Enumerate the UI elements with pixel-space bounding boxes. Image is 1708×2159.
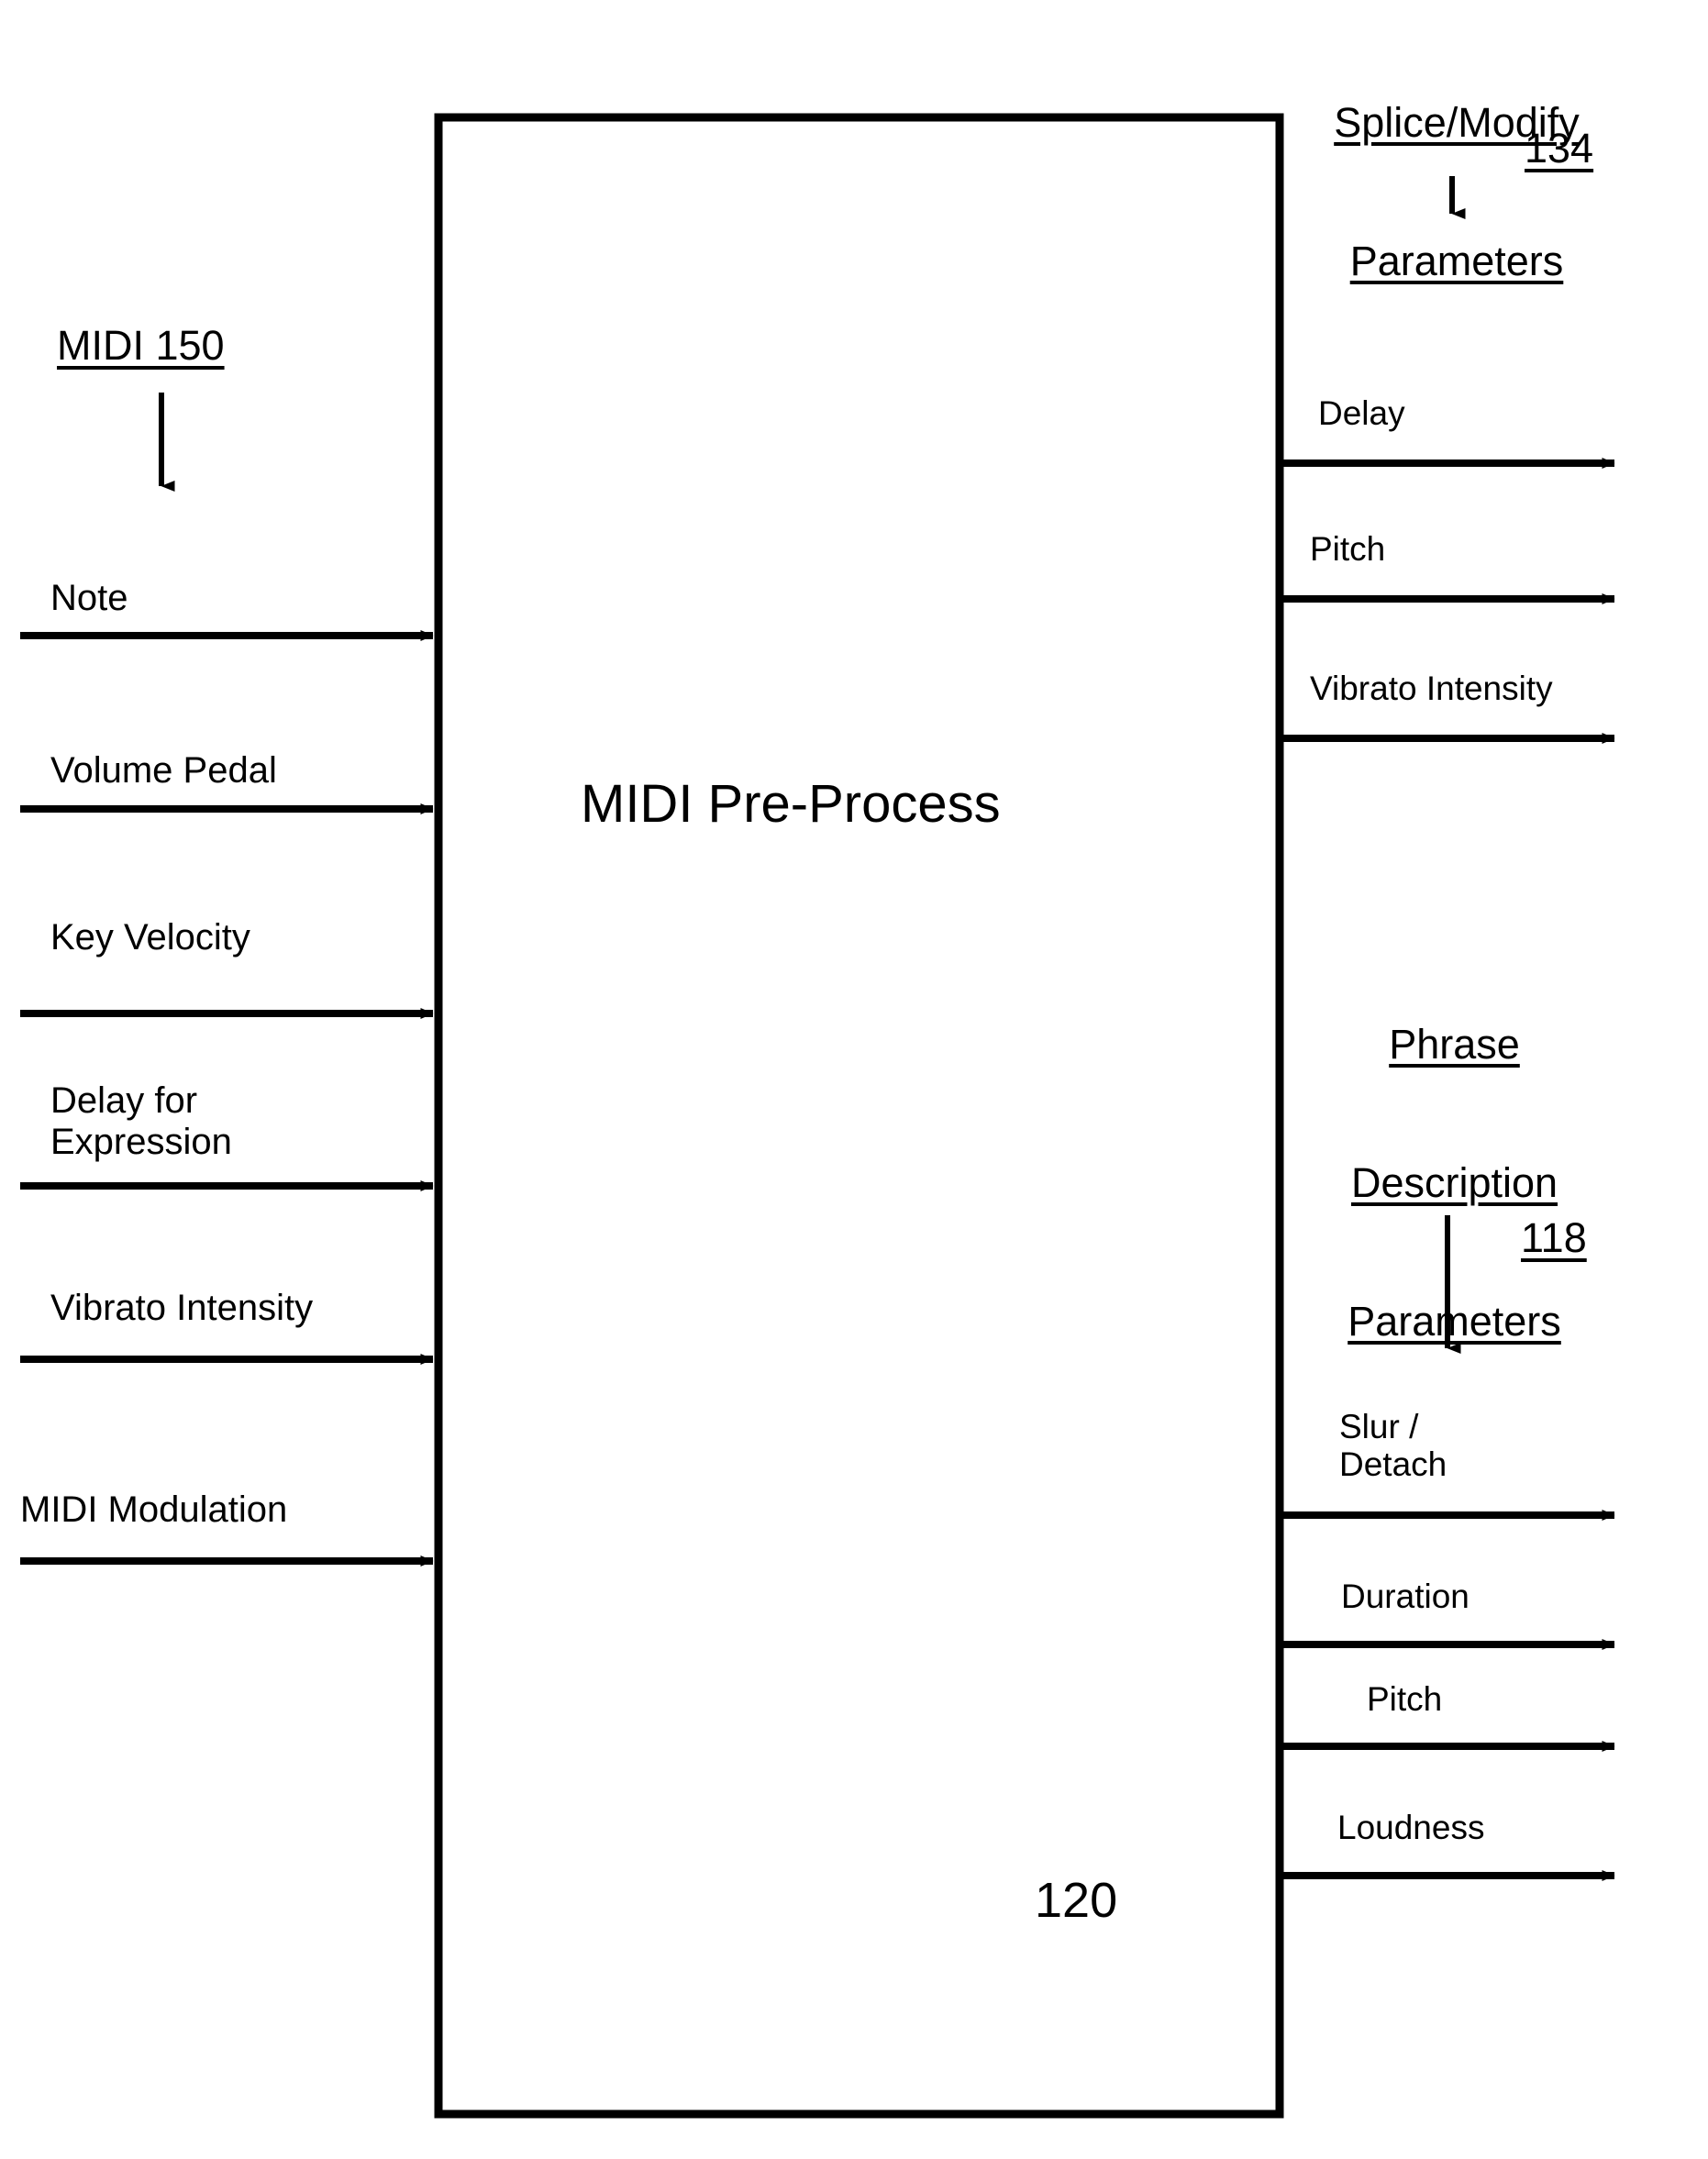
output-label-duration: Duration [1341, 1578, 1470, 1615]
output-group-title-phrase-description: Phrase Description Parameters [1282, 929, 1626, 1437]
input-label-volume-pedal: Volume Pedal [50, 750, 277, 791]
output-label-slur-detach: Slur / Detach [1339, 1408, 1447, 1484]
output-group-title-line: Parameters [1349, 237, 1564, 284]
output-label-loudness: Loudness [1337, 1809, 1485, 1846]
output-label-pitch-2: Pitch [1367, 1680, 1443, 1718]
output-group-title-splice-modify: Splice/Modify Parameters [1301, 7, 1613, 377]
page-title: MIDI Pre-Process [581, 774, 1001, 834]
output-group-title-line: Description [1350, 1158, 1558, 1206]
box-reference-number: 120 [1035, 1873, 1118, 1928]
output-label-pitch-1: Pitch [1310, 530, 1386, 568]
output-label-vibrato-intensity: Vibrato Intensity [1310, 670, 1553, 707]
input-group-label-midi150: MIDI 150 [57, 322, 225, 369]
input-label-vibrato-intensity: Vibrato Intensity [50, 1288, 314, 1328]
input-label-note: Note [50, 578, 128, 618]
output-label-delay: Delay [1318, 394, 1405, 432]
output-group-reference-number-134: 134 [1525, 125, 1594, 172]
input-label-midi-modulation: MIDI Modulation [20, 1489, 288, 1530]
input-label-key-velocity: Key Velocity [50, 917, 250, 958]
block-diagram: MIDI Pre-Process 120 MIDI 150 Note Volum… [0, 0, 1708, 2159]
midi-pre-process-box [434, 113, 1284, 2119]
input-label-delay-for-expression: Delay for Expression [50, 1080, 232, 1162]
output-group-reference-number-118: 118 [1521, 1214, 1587, 1261]
output-group-title-line: Phrase [1389, 1020, 1520, 1068]
output-group-title-line: Parameters [1348, 1298, 1561, 1345]
